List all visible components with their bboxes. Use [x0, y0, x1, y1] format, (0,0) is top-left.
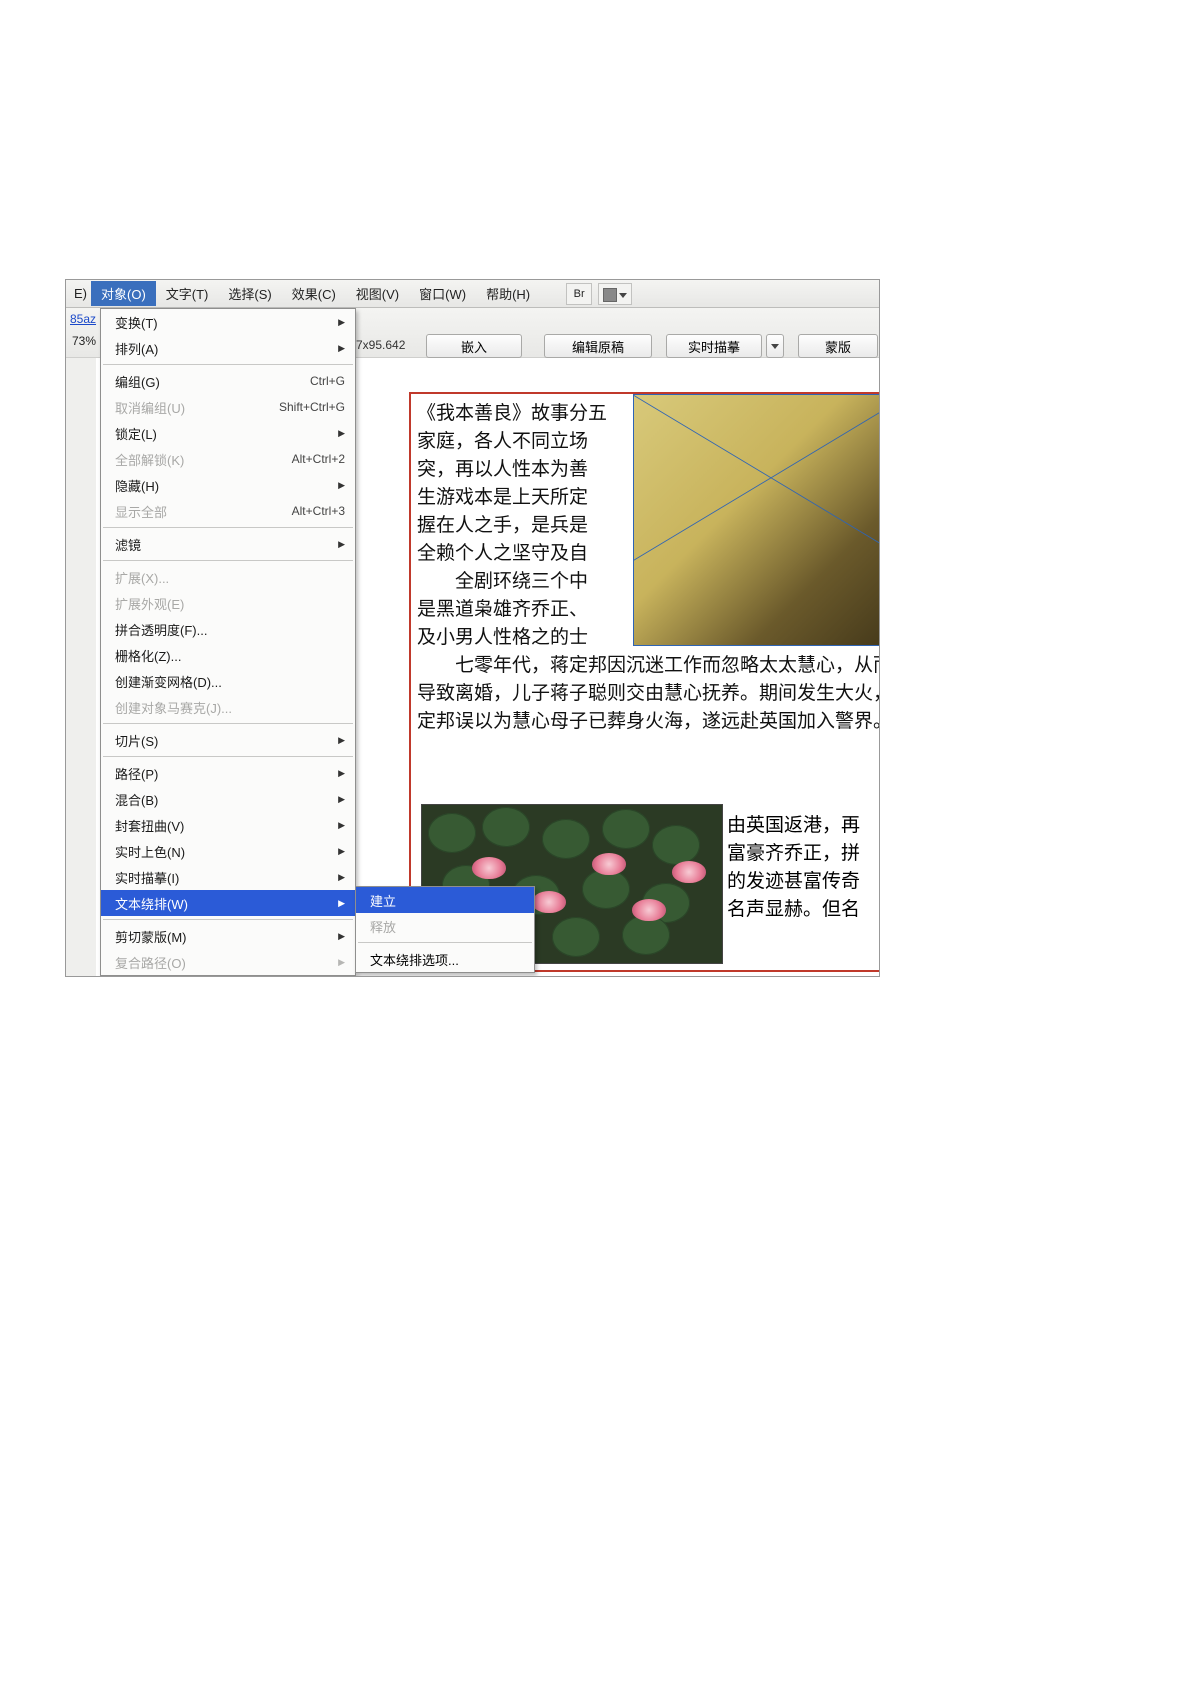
menu-item-accelerator: Alt+Ctrl+2 — [292, 452, 345, 466]
menu-item-label: 文本绕排(W) — [115, 894, 332, 913]
workspace-switcher[interactable] — [598, 283, 632, 305]
menu-object[interactable]: 对象(O) — [91, 281, 156, 306]
menu-select[interactable]: 选择(S) — [218, 281, 281, 306]
menu-item-label: 封套扭曲(V) — [115, 816, 332, 835]
menu-item-label: 栅格化(Z)... — [115, 646, 345, 665]
mask-button[interactable]: 蒙版 — [798, 334, 878, 358]
bridge-icon[interactable]: Br — [566, 283, 592, 305]
stray-menu-fragment: E) — [70, 286, 91, 301]
menu-item-label: 取消编组(U) — [115, 398, 279, 417]
menu-effect[interactable]: 效果(C) — [282, 281, 346, 306]
menu-type[interactable]: 文字(T) — [156, 281, 219, 306]
menu-item[interactable]: 实时描摹(I) — [101, 864, 355, 890]
menu-item-label: 切片(S) — [115, 731, 332, 750]
menu-item[interactable]: 创建渐变网格(D)... — [101, 668, 355, 694]
menu-item[interactable]: 排列(A) — [101, 335, 355, 361]
dimensions-readout: 7x95.642 — [356, 338, 405, 352]
menu-item-label: 混合(B) — [115, 790, 332, 809]
menu-item[interactable]: 文本绕排(W) — [101, 890, 355, 916]
menu-item: 取消编组(U)Shift+Ctrl+G — [101, 394, 355, 420]
menu-item-accelerator: Ctrl+G — [310, 374, 345, 388]
zoom-level[interactable]: 73% — [72, 334, 96, 348]
menu-item[interactable]: 路径(P) — [101, 760, 355, 786]
menu-help[interactable]: 帮助(H) — [476, 281, 540, 306]
menu-separator — [103, 919, 353, 920]
menu-item-accelerator: Alt+Ctrl+3 — [292, 504, 345, 518]
menu-item-accelerator: Shift+Ctrl+G — [279, 400, 345, 414]
object-menu-dropdown: 变换(T)排列(A)编组(G)Ctrl+G取消编组(U)Shift+Ctrl+G… — [100, 308, 356, 976]
menu-separator — [358, 942, 532, 943]
menu-item: 复合路径(O) — [101, 949, 355, 975]
menu-separator — [103, 756, 353, 757]
menu-item: 扩展外观(E) — [101, 590, 355, 616]
paragraph-2: 七零年代，蒋定邦因沉迷工作而忽略太太慧心，从而导致离婚，儿子蒋子聪则交由慧心抚养… — [417, 652, 880, 736]
menu-item[interactable]: 滤镜 — [101, 531, 355, 557]
menu-item: 扩展(X)... — [101, 564, 355, 590]
menu-item-label: 变换(T) — [115, 313, 332, 332]
menu-item: 全部解锁(K)Alt+Ctrl+2 — [101, 446, 355, 472]
menu-window[interactable]: 窗口(W) — [409, 281, 476, 306]
menu-item-label: 复合路径(O) — [115, 953, 332, 972]
menu-item-label: 拼合透明度(F)... — [115, 620, 345, 639]
menu-separator — [103, 560, 353, 561]
artboard: 《我本善良》故事分五 家庭，各人不同立场 突，再以人性本为善 生游戏本是上天所定… — [409, 392, 880, 972]
menu-item-label: 创建对象马赛克(J)... — [115, 698, 345, 717]
placed-image-top[interactable] — [633, 394, 880, 646]
menu-item-label: 编组(G) — [115, 372, 310, 391]
menu-separator — [103, 527, 353, 528]
menu-item-label: 隐藏(H) — [115, 476, 332, 495]
menu-item-label: 剪切蒙版(M) — [115, 927, 332, 946]
edit-original-button[interactable]: 编辑原稿 — [544, 334, 652, 358]
text-wrap-submenu: 建立释放文本绕排选项... — [355, 886, 535, 973]
menu-item[interactable]: 实时上色(N) — [101, 838, 355, 864]
submenu-item[interactable]: 建立 — [356, 887, 534, 913]
menu-item[interactable]: 栅格化(Z)... — [101, 642, 355, 668]
menu-item-label: 显示全部 — [115, 502, 292, 521]
menu-item-label: 排列(A) — [115, 339, 332, 358]
menu-item[interactable]: 剪切蒙版(M) — [101, 923, 355, 949]
submenu-item[interactable]: 文本绕排选项... — [356, 946, 534, 972]
menu-item: 创建对象马赛克(J)... — [101, 694, 355, 720]
menu-item-label: 滤镜 — [115, 535, 332, 554]
menu-item-label: 扩展(X)... — [115, 568, 345, 587]
embed-button[interactable]: 嵌入 — [426, 334, 522, 358]
file-link[interactable]: 85az — [70, 312, 96, 326]
menu-item[interactable]: 锁定(L) — [101, 420, 355, 446]
menu-item[interactable]: 拼合透明度(F)... — [101, 616, 355, 642]
app-window: E) 对象(O) 文字(T) 选择(S) 效果(C) 视图(V) 窗口(W) 帮… — [65, 279, 880, 977]
menu-item: 显示全部Alt+Ctrl+3 — [101, 498, 355, 524]
submenu-item: 释放 — [356, 913, 534, 939]
menu-item-label: 实时上色(N) — [115, 842, 332, 861]
menu-bar: E) 对象(O) 文字(T) 选择(S) 效果(C) 视图(V) 窗口(W) 帮… — [66, 280, 879, 308]
menu-item[interactable]: 变换(T) — [101, 309, 355, 335]
menu-item-label: 实时描摹(I) — [115, 868, 332, 887]
live-trace-button[interactable]: 实时描摹 — [666, 334, 762, 358]
menu-item-label: 全部解锁(K) — [115, 450, 292, 469]
menu-item-label: 锁定(L) — [115, 424, 332, 443]
live-trace-dropdown[interactable] — [766, 334, 784, 358]
menu-item[interactable]: 混合(B) — [101, 786, 355, 812]
menu-view[interactable]: 视图(V) — [346, 281, 409, 306]
menu-separator — [103, 723, 353, 724]
menu-item-label: 扩展外观(E) — [115, 594, 345, 613]
menu-separator — [103, 364, 353, 365]
menu-item[interactable]: 隐藏(H) — [101, 472, 355, 498]
menu-item[interactable]: 封套扭曲(V) — [101, 812, 355, 838]
menu-item-label: 创建渐变网格(D)... — [115, 672, 345, 691]
menu-item[interactable]: 切片(S) — [101, 727, 355, 753]
paragraph-3: 由英国返港，再 富豪齐乔正，拼 的发迹甚富传奇 名声显赫。但名 — [727, 812, 860, 924]
menu-item[interactable]: 编组(G)Ctrl+G — [101, 368, 355, 394]
menu-item-label: 路径(P) — [115, 764, 332, 783]
